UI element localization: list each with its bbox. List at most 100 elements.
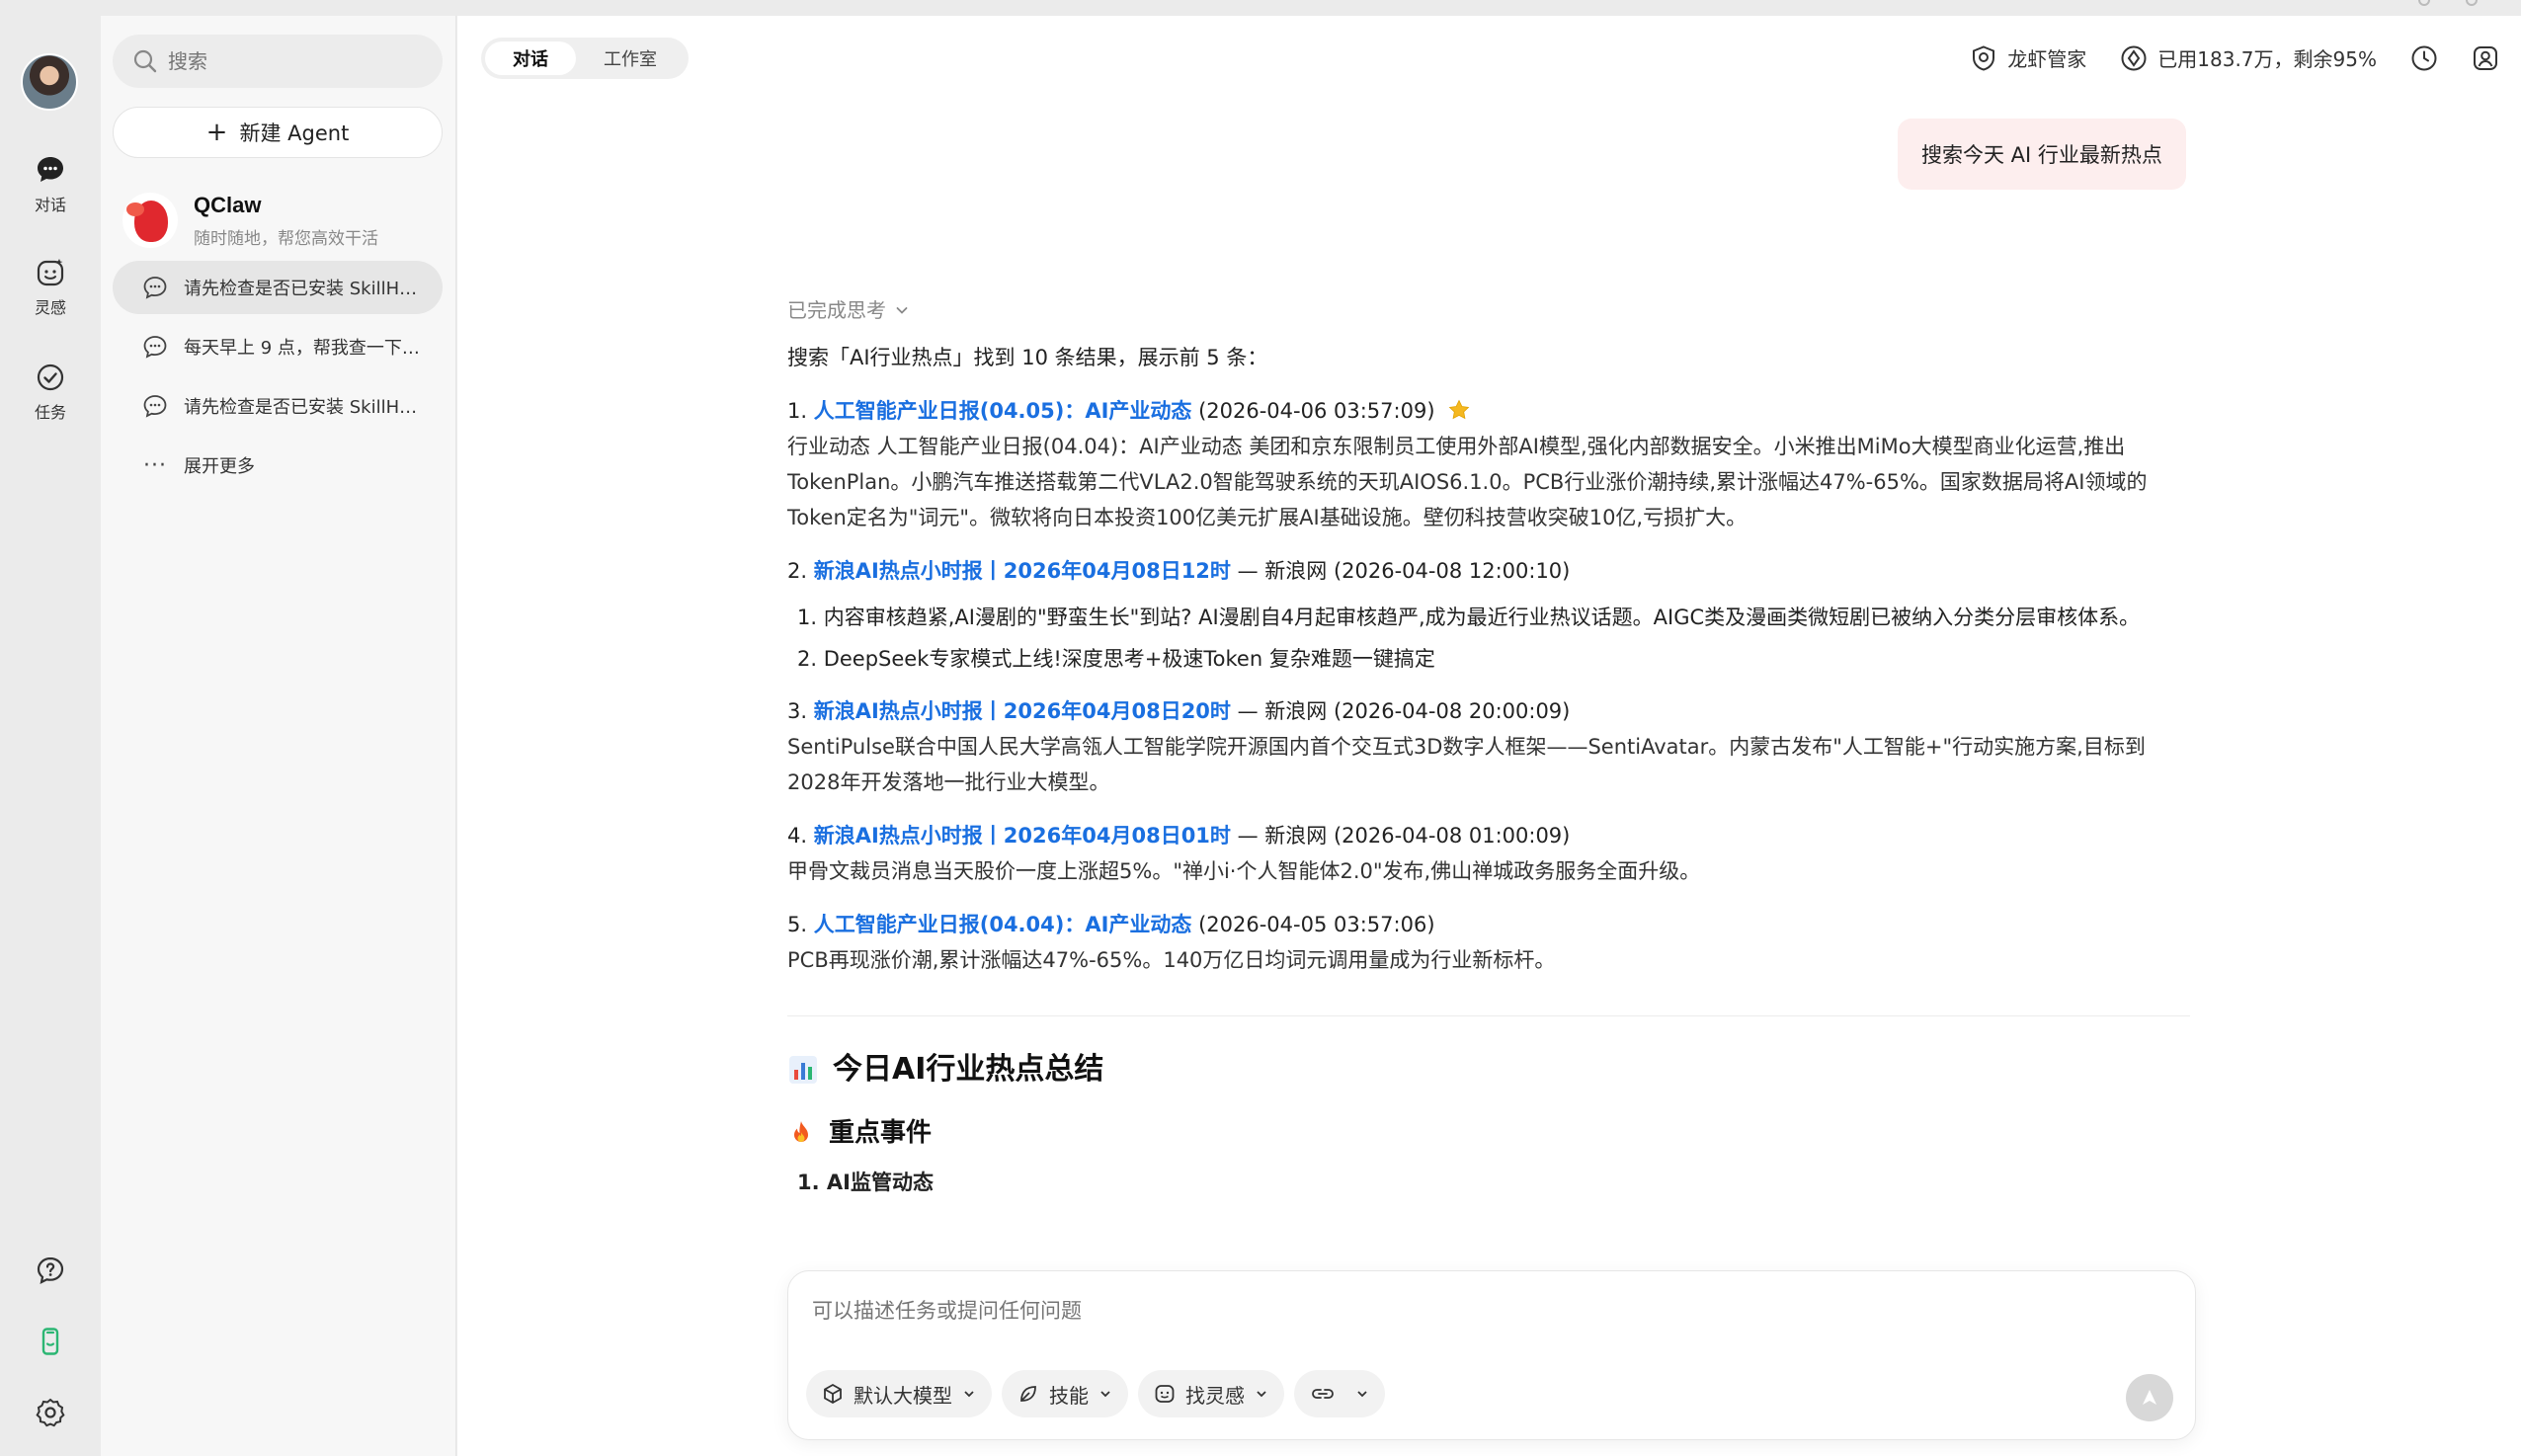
clock-icon [2411, 45, 2437, 70]
result-link[interactable]: 新浪AI热点小时报丨2026年04月08日01时 [814, 824, 1231, 848]
history-button[interactable] [2410, 44, 2438, 72]
star-icon [1448, 399, 1470, 420]
thinking-toggle[interactable]: 已完成思考 [787, 292, 2190, 328]
avatar[interactable] [21, 53, 78, 111]
send-button[interactable] [2126, 1374, 2173, 1421]
attach-link-button[interactable] [1294, 1370, 1385, 1417]
leaf-icon [1020, 1386, 1036, 1402]
search-icon [133, 49, 157, 73]
chat-bubble-icon [38, 157, 63, 182]
phone-icon [41, 1328, 59, 1355]
expand-more-label: 展开更多 [184, 456, 255, 477]
rail-item-inspiration[interactable]: 灵感 [0, 257, 101, 318]
chevron-down-icon [1357, 1391, 1367, 1398]
settings-icon [36, 1398, 65, 1427]
list-item: 2. DeepSeek专家模式上线!深度思考+极速Token 复杂难题一键搞定 [797, 647, 1435, 671]
chevron-down-icon [896, 307, 908, 314]
tab-chat[interactable]: 对话 [485, 41, 576, 75]
message-input[interactable] [812, 1295, 2155, 1335]
rail-item-label: 灵感 [34, 298, 66, 317]
search-box[interactable] [113, 35, 443, 88]
window-control-icon[interactable] [2466, 0, 2478, 6]
usage-label: 已用183.7万，剩余95% [2157, 47, 2377, 71]
model-select-button[interactable]: 默认大模型 [806, 1370, 992, 1417]
conversation-title: 每天早上 9 点，帮我查一下… [184, 338, 420, 359]
rail-item-label: 对话 [34, 196, 66, 214]
usage-indicator[interactable]: 已用183.7万，剩余95% [2120, 43, 2377, 72]
mode-tabs: 对话 工作室 [481, 38, 689, 79]
search-input[interactable] [168, 49, 405, 73]
rail-item-label: 任务 [34, 403, 66, 422]
result-meta: (2026-04-06 03:57:09) [1191, 399, 1435, 423]
rail-item-tasks[interactable]: 任务 [0, 362, 101, 423]
conversation-title: 请先检查是否已安装 SkillH… [184, 397, 418, 418]
result-item: 5. 人工智能产业日报(04.04)：AI产业动态 (2026-04-05 03… [787, 907, 2190, 942]
profile-button[interactable] [2472, 44, 2499, 72]
result-item: 2. 新浪AI热点小时报丨2026年04月08日12时 — 新浪网 (2026-… [787, 553, 2190, 589]
user-message-bubble: 搜索今天 AI 行业最新热点 [1898, 119, 2186, 190]
result-link[interactable]: 新浪AI热点小时报丨2026年04月08日12时 [814, 559, 1231, 583]
chat-outline-icon [143, 395, 167, 418]
key-event-item: 1. AI监管动态 [797, 1171, 934, 1194]
result-link[interactable]: 人工智能产业日报(04.05)：AI产业动态 [814, 399, 1192, 423]
result-number: 1. [787, 399, 808, 423]
token-usage-icon [2121, 45, 2147, 70]
settings-button[interactable] [0, 1397, 101, 1428]
sparkle-face-icon [37, 259, 64, 286]
window-control-icon[interactable] [2418, 0, 2430, 6]
phone-button[interactable] [0, 1326, 101, 1357]
butler-label: 龙虾管家 [2007, 47, 2087, 71]
help-button[interactable] [0, 1254, 101, 1286]
result-description: 甲骨文裁员消息当天股价一度上涨超5%。"禅小i·个人智能体2.0"发布,佛山禅城… [787, 859, 1701, 883]
model-select-label: 默认大模型 [854, 1383, 952, 1408]
expand-more-button[interactable]: ··· 展开更多 [113, 439, 443, 492]
thinking-label: 已完成思考 [787, 298, 886, 322]
skills-button[interactable]: 技能 [1002, 1370, 1128, 1417]
result-number: 4. [787, 824, 808, 848]
result-item: 3. 新浪AI热点小时报丨2026年04月08日20时 — 新浪网 (2026-… [787, 693, 2190, 729]
agent-subtitle: 随时随地，帮您高效干活 [194, 228, 378, 249]
chat-outline-icon [143, 277, 167, 299]
plus-icon: + [205, 118, 228, 147]
left-rail: 对话 灵感 任务 [0, 16, 101, 1456]
conversation-item[interactable]: 请先检查是否已安装 SkillH… [113, 379, 443, 433]
qclaw-logo-icon [122, 193, 178, 248]
header-actions: 龙虾管家 已用183.7万，剩余95% [1936, 43, 2499, 72]
divider [787, 1015, 2190, 1016]
help-icon [37, 1256, 64, 1284]
results-intro: 搜索「AI行业热点」找到 10 条结果，展示前 5 条： [787, 346, 1268, 369]
new-agent-button[interactable]: + 新建 Agent [113, 107, 443, 158]
summary-heading: 今日AI行业热点总结 [787, 1052, 2190, 1088]
smile-icon [1155, 1385, 1175, 1403]
send-arrow-icon [2143, 1390, 2156, 1405]
rail-item-chat[interactable]: 对话 [0, 154, 101, 215]
skills-label: 技能 [1049, 1383, 1089, 1408]
result-number: 2. [787, 559, 808, 583]
tab-studio[interactable]: 工作室 [576, 41, 685, 75]
assistant-response: 已完成思考 搜索「AI行业热点」找到 10 条结果，展示前 5 条： 1. 人工… [787, 292, 2190, 1200]
cube-icon [824, 1383, 842, 1405]
sidebar: + 新建 Agent QClaw 随时随地，帮您高效干活 请先检查是否已安装 S… [101, 16, 456, 1456]
result-meta: — 新浪网 (2026-04-08 20:00:09) [1230, 699, 1571, 723]
chevron-down-icon [1100, 1391, 1110, 1398]
list-item: 1. 内容审核趋紧,AI漫剧的"野蛮生长"到站? AI漫剧自4月起审核趋严,成为… [797, 606, 2141, 629]
conversation-title: 请先检查是否已安装 SkillH… [184, 279, 418, 299]
chevron-down-icon [1257, 1391, 1266, 1398]
key-events-heading: 重点事件 [787, 1115, 2190, 1151]
inspiration-button[interactable]: 找灵感 [1138, 1370, 1284, 1417]
conversation-item[interactable]: 每天早上 9 点，帮我查一下… [113, 320, 443, 373]
result-meta: — 新浪网 (2026-04-08 01:00:09) [1230, 824, 1571, 848]
butler-button[interactable]: 龙虾管家 [1970, 43, 2086, 72]
agent-card-qclaw[interactable]: QClaw 随时随地，帮您高效干活 [122, 184, 439, 257]
task-check-icon [37, 364, 64, 391]
result-link[interactable]: 新浪AI热点小时报丨2026年04月08日20时 [814, 699, 1231, 723]
more-dots-icon: ··· [143, 452, 167, 478]
result-meta: (2026-04-05 03:57:06) [1191, 913, 1435, 936]
result-description: SentiPulse联合中国人民大学高瓴人工智能学院开源国内首个交互式3D数字人… [787, 735, 2146, 794]
shield-icon [1973, 44, 1995, 71]
fire-icon [787, 1119, 815, 1147]
new-agent-label: 新建 Agent [239, 121, 350, 145]
result-link[interactable]: 人工智能产业日报(04.04)：AI产业动态 [814, 913, 1192, 936]
conversation-item[interactable]: 请先检查是否已安装 SkillH… [113, 261, 443, 314]
result-sublist: 1. 内容审核趋紧,AI漫剧的"野蛮生长"到站? AI漫剧自4月起审核趋严,成为… [797, 597, 2190, 680]
